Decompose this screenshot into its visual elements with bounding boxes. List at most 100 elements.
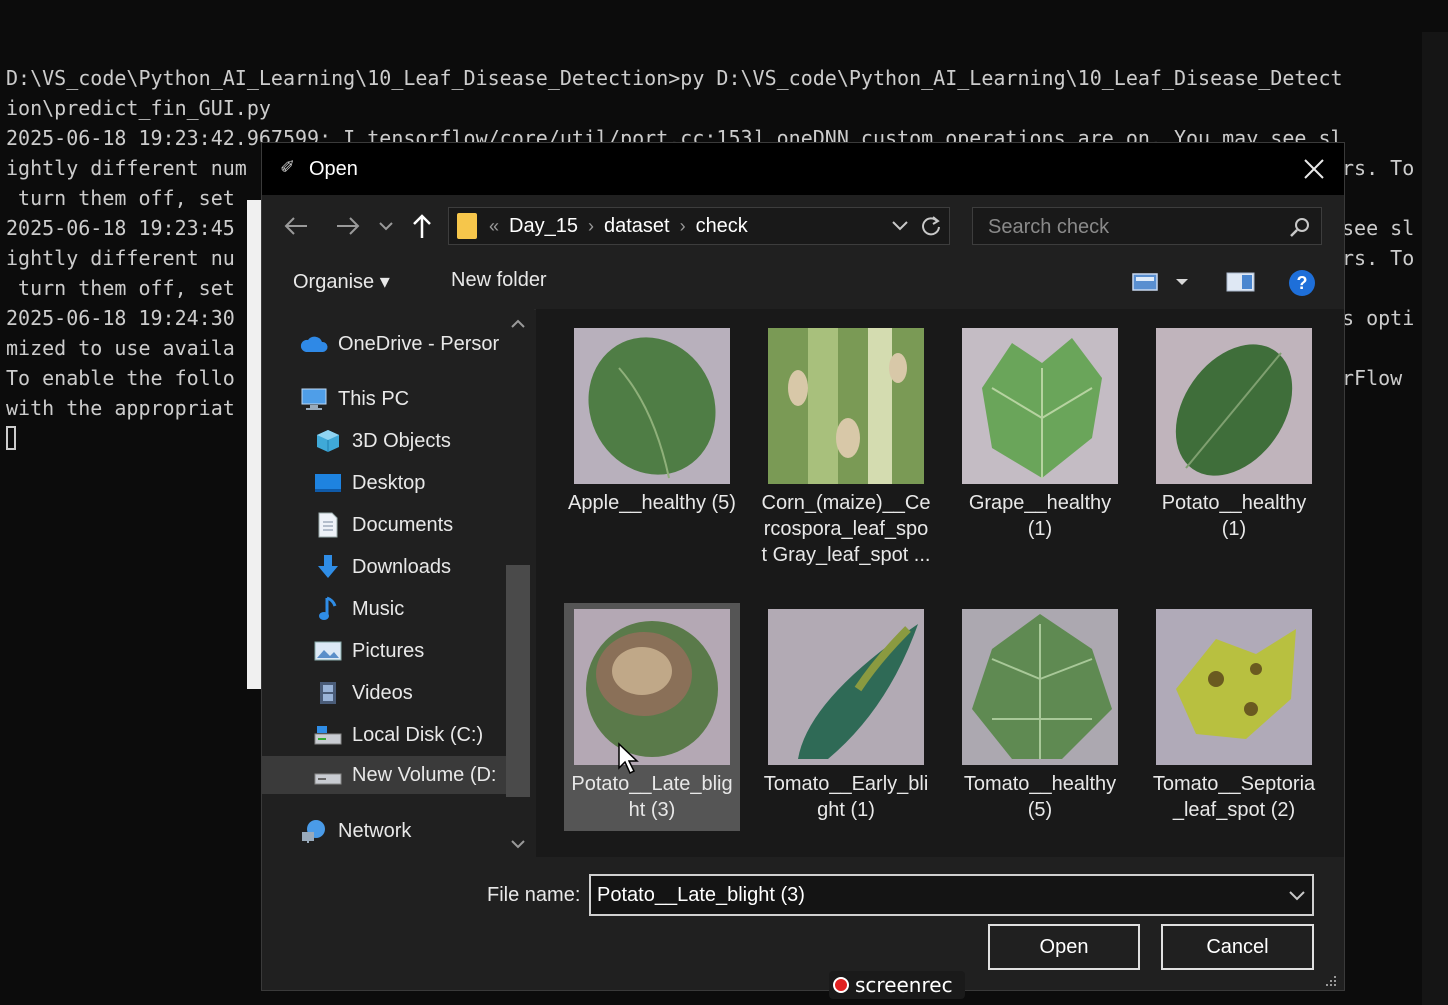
sidebar-item-documents[interactable]: Documents (314, 506, 453, 544)
terminal-fragment: rFlow (1342, 366, 1403, 390)
file-list: Apple__healthy (5) Corn_(maize)__Cercosp… (536, 309, 1344, 857)
command-toolbar: Organise ▾ New folder ? (262, 257, 1344, 310)
sidebar-item-label: Pictures (352, 639, 425, 662)
background-window-edge (247, 200, 263, 689)
resize-grip-icon[interactable] (1322, 972, 1338, 988)
help-icon: ? (1289, 270, 1315, 296)
file-name: Apple__healthy (5) (568, 492, 736, 514)
sidebar-scrollbar[interactable] (506, 309, 534, 857)
file-name: Potato__healthy (1) (1161, 492, 1307, 540)
sidebar-item-onedrive[interactable]: OneDrive - Persor (300, 325, 499, 363)
help-button[interactable]: ? (1288, 269, 1316, 303)
navigation-pane: OneDrive - Persor This PC 3D Objects Des… (262, 309, 534, 857)
terminal-line: ightly different num (6, 156, 247, 180)
sidebar-item-label: New Volume (D: (352, 763, 497, 786)
breadcrumb-day15[interactable]: Day_15 (509, 215, 578, 238)
preview-pane-button[interactable] (1226, 271, 1256, 299)
dialog-title: Open (309, 158, 358, 180)
sidebar-item-label: Network (338, 819, 412, 842)
terminal-fragment: s opti (1342, 306, 1415, 330)
open-file-dialog: ✐ Open « Day_15 › dataset › check Search… (262, 143, 1344, 990)
terminal-line: D:\VS_code\Python_AI_Learning\10_Leaf_Di… (6, 66, 1343, 90)
address-bar[interactable]: « Day_15 › dataset › check (448, 207, 950, 245)
terminal-line: mized to use availa (6, 336, 235, 360)
chevron-down-icon (892, 221, 908, 231)
sidebar-item-label: Documents (352, 513, 454, 536)
sidebar-item-desktop[interactable]: Desktop (314, 464, 425, 502)
chevron-down-icon[interactable] (506, 837, 530, 851)
refresh-button[interactable] (919, 214, 943, 244)
change-view-button[interactable] (1132, 271, 1194, 299)
search-icon[interactable] (1289, 216, 1311, 243)
image-thumbnail (962, 328, 1118, 484)
image-thumbnail (962, 609, 1118, 765)
svg-text:?: ? (1297, 273, 1308, 293)
terminal-line: 2025-06-18 19:23:45 (6, 216, 235, 240)
back-button[interactable] (280, 209, 312, 243)
chevron-down-icon (1289, 891, 1305, 901)
sidebar-item-this-pc[interactable]: This PC (300, 380, 409, 418)
chevron-up-icon[interactable] (506, 317, 530, 331)
breadcrumb-overflow[interactable]: « (489, 216, 499, 237)
sidebar-item-videos[interactable]: Videos (314, 674, 413, 712)
file-item-selected[interactable]: Potato__Late_blight (3) (564, 603, 740, 831)
scrollbar-thumb[interactable] (506, 565, 530, 797)
file-item[interactable]: Apple__healthy (5) (564, 322, 740, 516)
file-item[interactable]: Grape__healthy (1) (952, 322, 1128, 542)
dialog-footer: File name: Potato__Late_blight (3) Open … (262, 857, 1344, 990)
cancel-button[interactable]: Cancel (1161, 924, 1314, 970)
up-button[interactable] (408, 209, 436, 243)
sidebar-item-label: Local Disk (C:) (352, 723, 484, 746)
open-button[interactable]: Open (988, 924, 1140, 970)
terminal-line: ightly different nu (6, 246, 235, 270)
dialog-titlebar[interactable]: ✐ Open (262, 143, 1344, 195)
sidebar-item-label: OneDrive - Persor (338, 332, 500, 355)
arrow-right-icon (337, 217, 360, 235)
address-dropdown-button[interactable] (891, 216, 909, 240)
search-input[interactable]: Search check (972, 207, 1322, 245)
cloud-icon (300, 331, 328, 357)
arrow-left-icon (284, 217, 307, 235)
sidebar-item-new-volume[interactable]: New Volume (D: (262, 756, 506, 794)
file-name-dropdown[interactable] (1288, 886, 1306, 910)
terminal-fragment: rs. To (1342, 156, 1415, 180)
sidebar-item-local-disk[interactable]: Local Disk (C:) (314, 716, 483, 754)
terminal-line: To enable the follo (6, 366, 235, 390)
sidebar-item-downloads[interactable]: Downloads (314, 548, 451, 586)
organise-button[interactable]: Organise ▾ (293, 269, 390, 294)
chevron-down-icon (379, 222, 393, 231)
file-item[interactable]: Potato__healthy (1) (1146, 322, 1322, 542)
new-folder-button[interactable]: New folder (451, 269, 547, 292)
sidebar-item-music[interactable]: Music (314, 590, 404, 628)
recent-locations-button[interactable] (376, 209, 396, 243)
file-item[interactable]: Tomato__Septoria_leaf_spot (2) (1146, 603, 1322, 823)
breadcrumb-check[interactable]: check (696, 215, 748, 238)
file-name-input[interactable]: Potato__Late_blight (3) (589, 874, 1314, 916)
image-thumbnail (574, 328, 730, 484)
breadcrumb-dataset[interactable]: dataset (604, 215, 670, 238)
chevron-right-icon: › (679, 215, 686, 236)
forward-button[interactable] (332, 209, 364, 243)
image-thumbnail (768, 328, 924, 484)
image-thumbnail (574, 609, 730, 765)
sidebar-item-label: Music (352, 597, 405, 620)
sidebar-item-network[interactable]: Network (300, 812, 411, 850)
chevron-right-icon: › (587, 215, 594, 236)
close-button[interactable] (1294, 151, 1334, 187)
file-name: Tomato__healthy (5) (963, 773, 1117, 821)
sidebar-item-pictures[interactable]: Pictures (314, 632, 424, 670)
close-icon (1304, 159, 1324, 179)
file-item[interactable]: Tomato__Early_blight (1) (758, 603, 934, 823)
image-thumbnail (768, 609, 924, 765)
navigation-bar: « Day_15 › dataset › check Search check (262, 195, 1344, 257)
terminal-line: turn them off, set (6, 276, 235, 300)
file-name: Tomato__Early_blight (1) (763, 773, 929, 821)
file-name-label: File name: (487, 884, 581, 906)
file-item[interactable]: Tomato__healthy (5) (952, 603, 1128, 823)
sidebar-item-label: Desktop (352, 471, 426, 494)
sidebar-item-3d-objects[interactable]: 3D Objects (314, 422, 451, 460)
sidebar-item-label: 3D Objects (352, 429, 451, 452)
terminal-line: 2025-06-18 19:24:30 (6, 306, 235, 330)
file-item[interactable]: Corn_(maize)__Cercospora_leaf_spot Gray_… (758, 322, 934, 568)
terminal-scrollbar[interactable] (1422, 32, 1448, 1005)
